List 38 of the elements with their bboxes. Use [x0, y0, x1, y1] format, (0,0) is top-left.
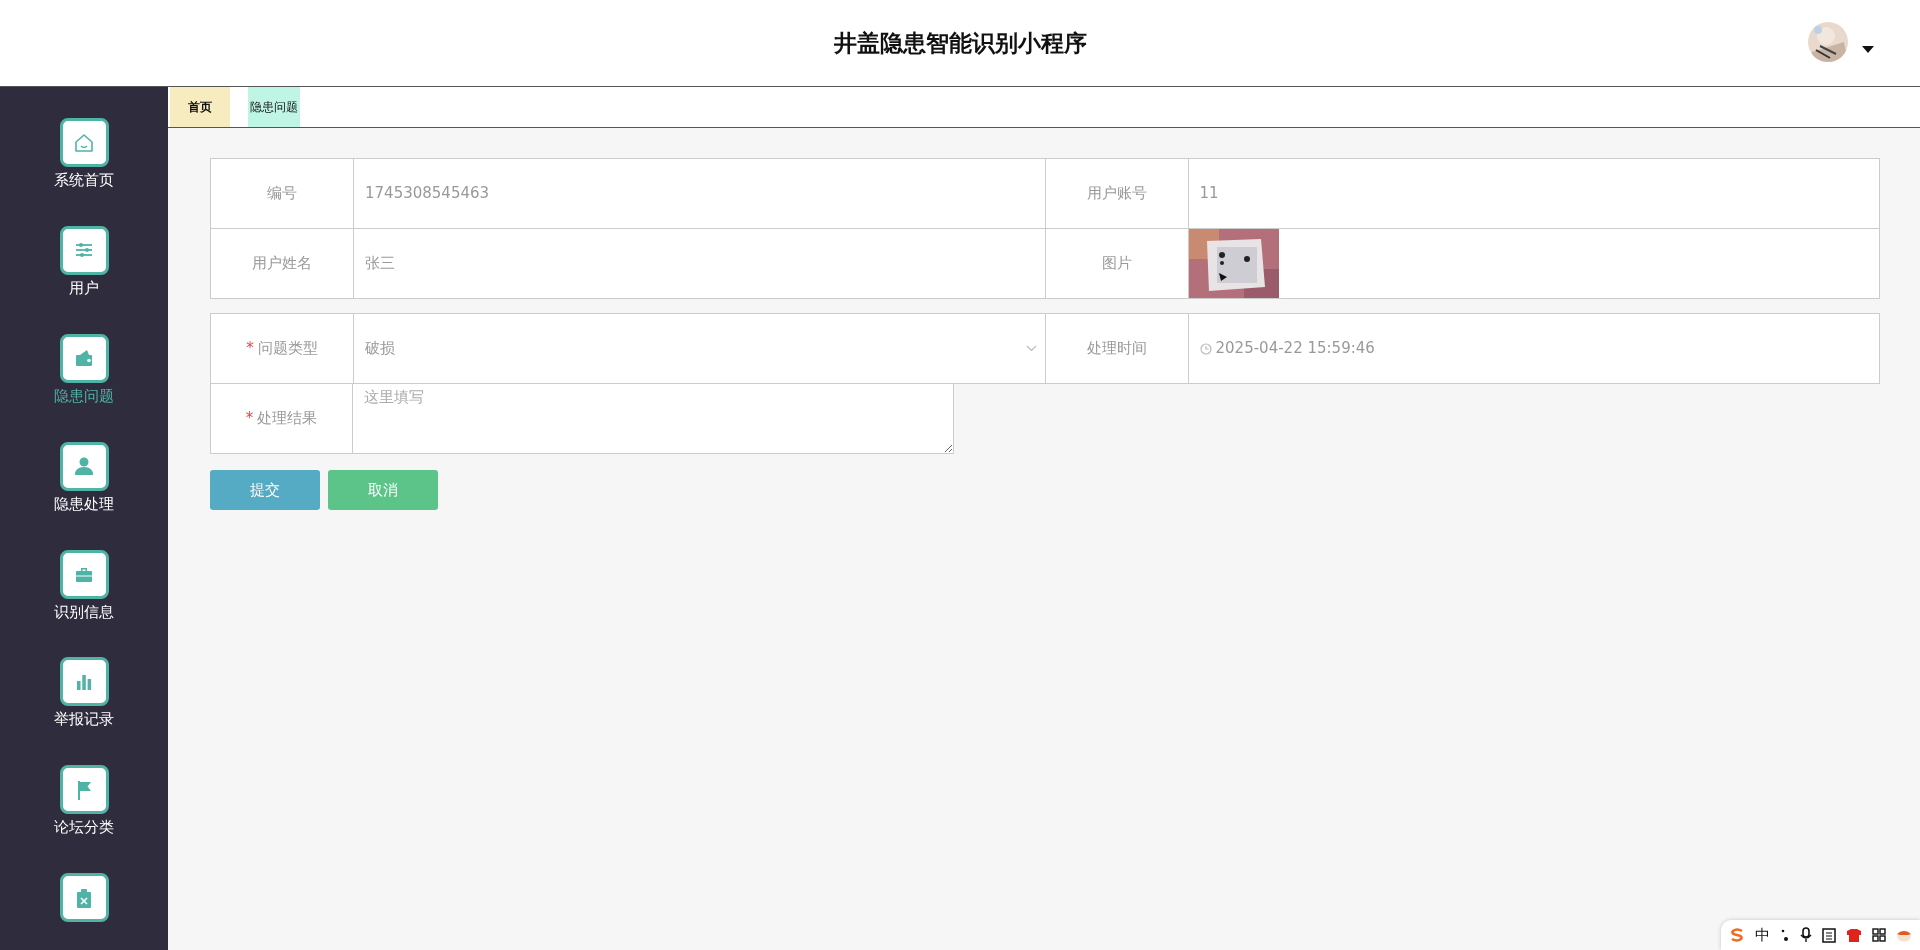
sidebar-item[interactable]: 论坛分类	[54, 816, 114, 839]
sidebar-item[interactable]: 举报记录	[54, 708, 114, 731]
sidebar-item[interactable]: 隐患处理	[54, 492, 114, 516]
person-icon[interactable]	[59, 441, 109, 491]
sidebar-item[interactable]: 隐患问题	[54, 384, 114, 408]
text-area-field[interactable]: 这里填写	[353, 384, 954, 454]
briefcase-icon[interactable]	[59, 549, 109, 599]
clipboard-icon[interactable]	[59, 873, 109, 923]
field-label: 用户账号	[1045, 159, 1189, 229]
field-label: * 处理结果	[210, 384, 353, 454]
sliders-icon[interactable]	[59, 225, 109, 275]
input-mode-toggle[interactable]: 中	[1755, 923, 1770, 947]
notepad-icon[interactable]	[1822, 927, 1836, 943]
tab[interactable]: 隐患问题	[248, 87, 300, 127]
clock-icon	[1199, 342, 1212, 355]
flag-icon[interactable]	[59, 765, 109, 815]
field-value: 张三	[354, 229, 1046, 299]
dropdown-caret-icon[interactable]	[1862, 46, 1874, 54]
shirt-icon[interactable]	[1846, 927, 1862, 943]
app-title: 井盖隐患智能识别小程序	[833, 28, 1087, 58]
sidebar-item[interactable]: 识别信息	[54, 600, 114, 623]
wallet-icon[interactable]	[59, 333, 109, 383]
mascot-icon[interactable]	[1896, 928, 1912, 942]
chevron-down-icon	[1025, 345, 1037, 352]
field-value: 1745308545463	[354, 159, 1046, 229]
sidebar-item[interactable]: 系统首页	[54, 169, 114, 192]
grid-icon[interactable]	[1872, 928, 1886, 942]
home-icon[interactable]	[59, 118, 109, 167]
sidebar-item[interactable]: 用户	[69, 276, 99, 300]
bar-chart-icon[interactable]	[59, 657, 109, 707]
logo-icon[interactable]	[1729, 927, 1745, 943]
field-label: 用户姓名	[211, 229, 354, 299]
microphone-icon[interactable]	[1800, 927, 1812, 943]
field-label: 图片	[1045, 229, 1189, 299]
field-label: 编号	[211, 159, 354, 229]
field-label: 处理时间	[1045, 314, 1189, 384]
tab[interactable]: 首页	[170, 87, 230, 127]
punctuation-icon[interactable]	[1780, 927, 1790, 943]
